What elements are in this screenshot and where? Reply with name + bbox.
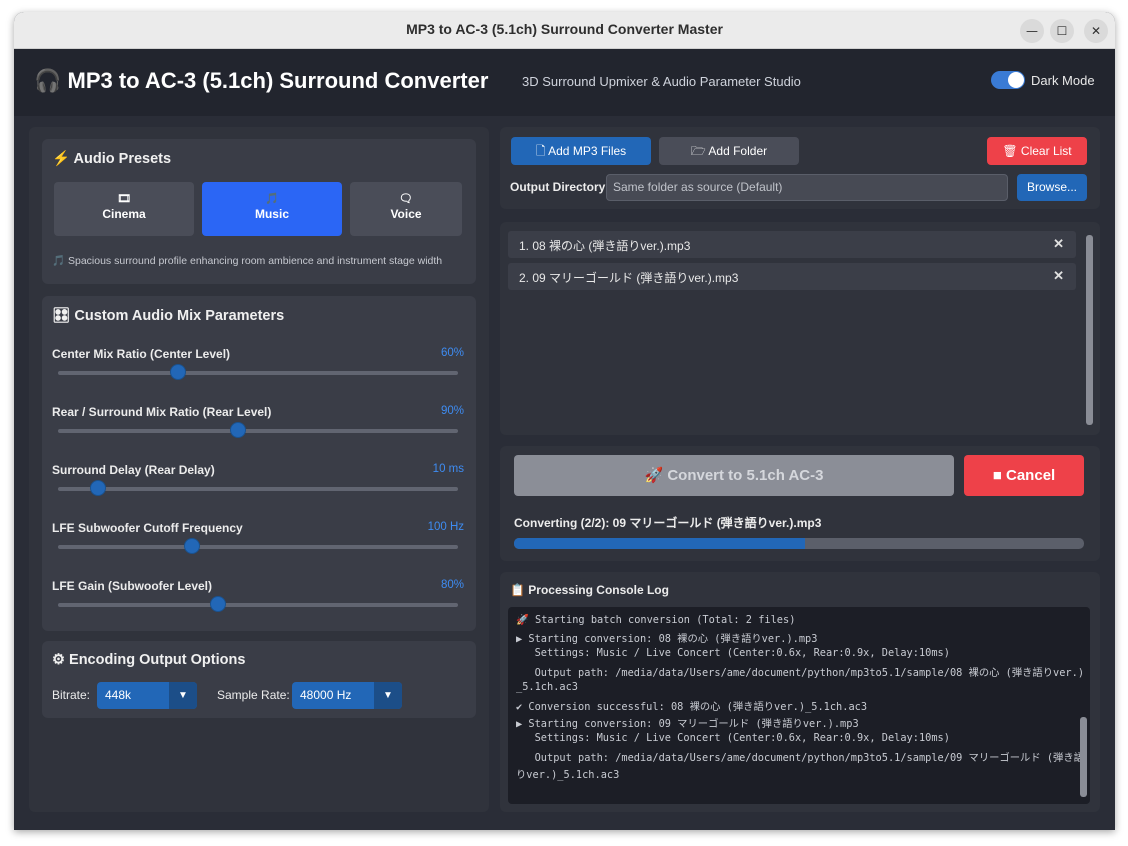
log-line: Settings: Music / Live Concert (Center:0… — [516, 732, 950, 744]
lfe-gain-slider-row: LFE Gain (Subwoofer Level) 80% — [52, 579, 464, 637]
dark-mode-toggle[interactable] — [991, 71, 1025, 89]
conversion-status: Converting (2/2): 09 マリーゴールド (弾き語りver.).… — [514, 516, 822, 530]
rear-mix-slider-row: Rear / Surround Mix Ratio (Rear Level) 9… — [52, 405, 464, 463]
log-line: ▶ Starting conversion: 09 マリーゴールド (弾き語りv… — [516, 718, 859, 730]
cancel-button[interactable]: ■ Cancel — [964, 455, 1084, 496]
log-line: Output path: /media/data/Users/ame/docum… — [516, 752, 1084, 764]
slider-track[interactable] — [58, 371, 458, 375]
convert-button[interactable]: 🚀 Convert to 5.1ch AC-3 — [514, 455, 954, 496]
console-title: 📋 Processing Console Log — [510, 583, 669, 597]
slider-label: Center Mix Ratio (Center Level) — [52, 347, 231, 361]
encoding-options-card: ⚙ Encoding Output Options Bitrate: 448k … — [42, 641, 476, 718]
clear-list-button[interactable]: 🗑 Clear List — [987, 137, 1087, 165]
slider-thumb[interactable] — [90, 480, 106, 496]
log-line: ✔ Conversion successful: 08 裸の心 (弾き語りver… — [516, 701, 868, 713]
samplerate-label: Sample Rate: — [217, 688, 290, 702]
add-mp3-files-button[interactable]: 🗋 Add MP3 Files — [511, 137, 651, 165]
slider-thumb[interactable] — [170, 364, 186, 380]
toggle-knob — [1008, 72, 1024, 88]
slider-label: Surround Delay (Rear Delay) — [52, 463, 215, 477]
window-title: MP3 to AC-3 (5.1ch) Surround Converter M… — [406, 21, 723, 37]
preset-label: Cinema — [102, 207, 146, 221]
slider-value: 90% — [440, 405, 464, 417]
slider-value: 80% — [440, 579, 464, 591]
audio-presets-card: ⚡ Audio Presets 🎞 Cinema 🎵 Music 🗨 Voice… — [42, 139, 476, 284]
presets-title: ⚡ Audio Presets — [52, 151, 172, 167]
log-line: Output path: /media/data/Users/ame/docum… — [516, 667, 1085, 679]
chevron-down-icon: ▼ — [374, 682, 402, 709]
dark-mode-label: Dark Mode — [1031, 73, 1095, 88]
slider-label: LFE Subwoofer Cutoff Frequency — [52, 521, 243, 535]
slider-track[interactable] — [58, 429, 458, 433]
log-line: ▶ Starting conversion: 08 裸の心 (弾き語りver.)… — [516, 633, 818, 645]
remove-file-icon[interactable]: ✕ — [1053, 268, 1064, 284]
files-toolbar-card: 🗋 Add MP3 Files 🗁 Add Folder 🗑 Clear Lis… — [500, 127, 1100, 209]
preset-label: Music — [254, 207, 289, 221]
console-log[interactable]: 🚀 Starting batch conversion (Total: 2 fi… — [508, 607, 1090, 804]
music-note-icon: 🎵 — [265, 193, 279, 205]
encoding-title: ⚙ Encoding Output Options — [52, 652, 246, 668]
speech-bubble-icon: 🗨 — [399, 193, 413, 205]
lfe-cutoff-slider-row: LFE Subwoofer Cutoff Frequency 100 Hz — [52, 521, 464, 579]
progress-bar — [514, 538, 1084, 549]
file-list-scrollbar[interactable] — [1086, 235, 1093, 425]
slider-track[interactable] — [58, 603, 458, 607]
slider-track[interactable] — [58, 487, 458, 491]
browse-button[interactable]: Browse... — [1017, 174, 1087, 201]
slider-value: 100 Hz — [427, 521, 464, 533]
slider-thumb[interactable] — [230, 422, 246, 438]
app-subtitle: 3D Surround Upmixer & Audio Parameter St… — [522, 74, 801, 89]
add-folder-button[interactable]: 🗁 Add Folder — [659, 137, 799, 165]
close-window-button[interactable]: ✕ — [1084, 19, 1108, 43]
log-line: Settings: Music / Live Concert (Center:0… — [516, 647, 950, 659]
title-bar: MP3 to AC-3 (5.1ch) Surround Converter M… — [14, 12, 1115, 49]
surround-delay-slider-row: Surround Delay (Rear Delay) 10 ms — [52, 463, 464, 521]
film-icon: 🎞 — [117, 193, 131, 205]
log-line: 🚀 Starting batch conversion (Total: 2 fi… — [516, 614, 796, 626]
slider-thumb[interactable] — [210, 596, 226, 612]
log-line: _5.1ch.ac3 — [516, 681, 578, 693]
minimize-button[interactable]: — — [1020, 19, 1044, 43]
file-name: 1. 08 裸の心 (弾き語りver.).mp3 — [519, 239, 691, 253]
slider-thumb[interactable] — [184, 538, 200, 554]
remove-file-icon[interactable]: ✕ — [1053, 236, 1064, 252]
slider-track[interactable] — [58, 545, 458, 549]
bitrate-label: Bitrate: — [52, 688, 91, 702]
slider-label: Rear / Surround Mix Ratio (Rear Level) — [52, 405, 272, 419]
console-card: 📋 Processing Console Log 🚀 Starting batc… — [500, 572, 1100, 812]
maximize-button[interactable]: ☐ — [1050, 19, 1074, 43]
app-header: 🎧 MP3 to AC-3 (5.1ch) Surround Converter… — [14, 49, 1115, 116]
mix-title: 🎛 Custom Audio Mix Parameters — [52, 308, 285, 324]
list-item[interactable]: 1. 08 裸の心 (弾き語りver.).mp3 ✕ — [508, 231, 1076, 258]
preset-label: Voice — [390, 207, 422, 221]
conversion-card: 🚀 Convert to 5.1ch AC-3 ■ Cancel Convert… — [500, 446, 1100, 561]
samplerate-select[interactable]: 48000 Hz ▼ — [292, 682, 402, 709]
center-mix-slider-row: Center Mix Ratio (Center Level) 60% — [52, 347, 464, 405]
bitrate-value: 448k — [105, 688, 132, 702]
app-title: 🎧 MP3 to AC-3 (5.1ch) Surround Converter — [34, 68, 489, 93]
console-scrollbar[interactable] — [1080, 717, 1087, 797]
app-window: MP3 to AC-3 (5.1ch) Surround Converter M… — [14, 12, 1115, 830]
samplerate-value: 48000 Hz — [300, 688, 352, 702]
slider-label: LFE Gain (Subwoofer Level) — [52, 579, 213, 593]
preset-cinema-button[interactable]: 🎞 Cinema — [54, 182, 194, 236]
file-name: 2. 09 マリーゴールド (弾き語りver.).mp3 — [519, 271, 739, 285]
mix-parameters-card: 🎛 Custom Audio Mix Parameters Center Mix… — [42, 296, 476, 631]
preset-description: 🎵 Spacious surround profile enhancing ro… — [52, 255, 443, 267]
left-panel: ⚡ Audio Presets 🎞 Cinema 🎵 Music 🗨 Voice… — [29, 127, 489, 812]
file-list: 1. 08 裸の心 (弾き語りver.).mp3 ✕ 2. 09 マリーゴールド… — [500, 222, 1100, 435]
log-line: りver.)_5.1ch.ac3 — [516, 769, 620, 781]
progress-fill — [514, 538, 805, 549]
preset-music-button[interactable]: 🎵 Music — [202, 182, 342, 236]
chevron-down-icon: ▼ — [169, 682, 197, 709]
output-directory-label: Output Directory: — [510, 180, 610, 194]
list-item[interactable]: 2. 09 マリーゴールド (弾き語りver.).mp3 ✕ — [508, 263, 1076, 290]
bitrate-select[interactable]: 448k ▼ — [97, 682, 197, 709]
preset-voice-button[interactable]: 🗨 Voice — [350, 182, 462, 236]
output-directory-input[interactable]: Same folder as source (Default) — [606, 174, 1008, 201]
slider-value: 10 ms — [432, 463, 464, 475]
slider-value: 60% — [440, 347, 464, 359]
